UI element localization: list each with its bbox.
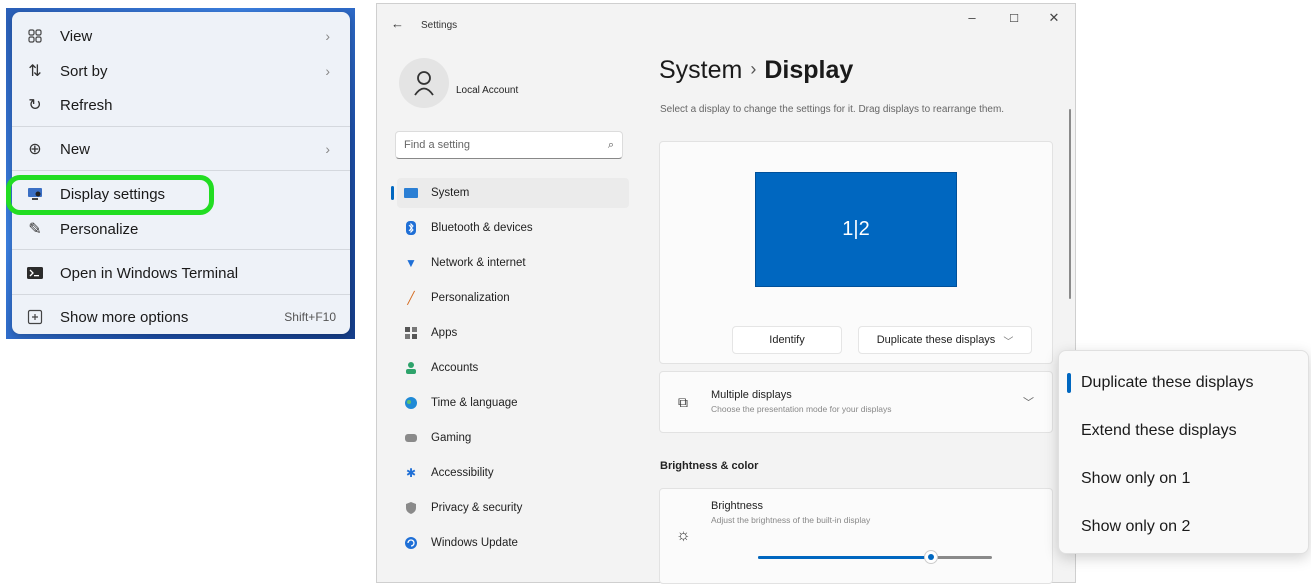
chevron-right-icon: › [325, 141, 330, 157]
nav-item-windows-update[interactable]: Windows Update [397, 528, 629, 558]
menu-item-new[interactable]: ⊕ New › [24, 133, 338, 165]
brightness-icon: ☼ [676, 527, 691, 544]
title-bar: ← Settings – ☐ ✕ [377, 4, 1075, 44]
chevron-down-icon: ﹀ [1003, 336, 1014, 348]
selection-indicator [391, 186, 394, 200]
user-icon [414, 71, 434, 96]
menu-separator [12, 249, 350, 250]
window-title: Settings [421, 20, 458, 31]
breadcrumb: System › Display [659, 56, 853, 85]
multiple-displays-icon: ⧉ [678, 394, 688, 410]
brightness-slider-thumb[interactable] [924, 550, 939, 564]
page-description: Select a display to change the settings … [660, 104, 1005, 115]
shortcut-label: Shift+F10 [284, 310, 336, 324]
scrollbar[interactable] [1069, 109, 1071, 299]
brightness-title: Brightness [711, 500, 763, 512]
back-arrow-icon[interactable]: ← [391, 16, 404, 31]
chevron-right-icon: › [325, 28, 330, 44]
nav-item-gaming[interactable]: Gaming [397, 423, 629, 453]
option-show-only-2[interactable]: Show only on 2 [1059, 503, 1308, 551]
menu-item-show-more-options[interactable]: Show more options Shift+F10 [24, 301, 338, 333]
context-menu: View › ⇅ Sort by › ↻ Refresh ⊕ New › Dis… [12, 12, 350, 334]
desktop-background: View › ⇅ Sort by › ↻ Refresh ⊕ New › Dis… [6, 8, 355, 339]
brush-icon: ╱ [407, 291, 415, 305]
wifi-icon: ▼ [405, 256, 417, 270]
accessibility-icon: ✱ [405, 466, 417, 480]
nav-item-accounts[interactable]: Accounts [397, 353, 629, 383]
nav-item-time-language[interactable]: Time & language [397, 388, 629, 418]
option-extend[interactable]: Extend these displays [1059, 407, 1308, 455]
nav-item-system[interactable]: System [391, 178, 629, 208]
grid-icon [24, 25, 46, 47]
nav-item-bluetooth[interactable]: Bluetooth & devices [397, 213, 629, 243]
minimize-icon[interactable]: – [957, 10, 987, 30]
display-mode-dropdown[interactable]: Duplicate these displays ﹀ [858, 326, 1032, 354]
avatar[interactable] [399, 58, 449, 108]
chevron-down-icon: ﹀ [1023, 397, 1034, 409]
brightness-slider-fill [758, 556, 932, 559]
menu-item-view[interactable]: View › [24, 20, 338, 52]
display-mode-options: Duplicate these displays Extend these di… [1058, 350, 1309, 554]
multiple-displays-desc: Choose the presentation mode for your di… [711, 404, 892, 414]
update-icon [403, 535, 419, 551]
multiple-displays-title: Multiple displays [711, 389, 792, 401]
plus-circle-icon: ⊕ [28, 141, 42, 158]
option-duplicate[interactable]: Duplicate these displays [1059, 359, 1308, 407]
sort-icon: ⇅ [28, 63, 42, 80]
section-heading-brightness: Brightness & color [660, 460, 759, 472]
menu-separator [12, 126, 350, 127]
apps-icon [403, 325, 419, 341]
nav-item-privacy[interactable]: Privacy & security [397, 493, 629, 523]
display-mode-value: Duplicate these displays [876, 334, 996, 346]
selection-indicator [1067, 373, 1071, 393]
brush-icon: ✎ [28, 221, 42, 238]
identify-button[interactable]: Identify [732, 326, 842, 354]
menu-item-open-terminal[interactable]: Open in Windows Terminal [24, 257, 338, 289]
bluetooth-icon [403, 220, 419, 236]
brightness-slider[interactable] [758, 550, 992, 564]
nav-item-personalization[interactable]: ╱ Personalization [397, 283, 629, 313]
multiple-displays-row[interactable]: ⧉ Multiple displays Choose the presentat… [659, 371, 1053, 433]
terminal-icon [24, 262, 46, 284]
close-icon[interactable]: ✕ [1039, 10, 1069, 30]
search-placeholder: Find a setting [404, 139, 471, 151]
system-icon [403, 185, 419, 201]
monitor-tile[interactable]: 1|2 [755, 172, 957, 287]
brightness-desc: Adjust the brightness of the built-in di… [711, 515, 871, 525]
page-title: Display [764, 56, 854, 84]
menu-item-personalize[interactable]: ✎ Personalize [24, 213, 338, 245]
search-input[interactable]: Find a setting ⌕ [395, 131, 623, 159]
nav-item-network[interactable]: ▼ Network & internet [397, 248, 629, 278]
account-name: Local Account [456, 85, 519, 96]
breadcrumb-parent[interactable]: System [659, 56, 742, 84]
menu-separator [12, 294, 350, 295]
display-arrangement-panel: 1|2 Identify Duplicate these displays ﹀ [659, 141, 1053, 364]
menu-item-sort-by[interactable]: ⇅ Sort by › [24, 55, 338, 87]
nav-item-apps[interactable]: Apps [397, 318, 629, 348]
accounts-icon [403, 360, 419, 376]
search-icon: ⌕ [607, 138, 614, 151]
globe-icon [403, 395, 419, 411]
nav-item-accessibility[interactable]: ✱ Accessibility [397, 458, 629, 488]
refresh-icon: ↻ [28, 97, 42, 114]
more-options-icon [24, 306, 46, 328]
gamepad-icon [403, 430, 419, 446]
shield-icon [403, 500, 419, 516]
chevron-right-icon: › [325, 63, 330, 79]
highlight-outline [6, 175, 214, 215]
option-show-only-1[interactable]: Show only on 1 [1059, 455, 1308, 503]
settings-window: ← Settings – ☐ ✕ Local Account Find a se… [376, 3, 1076, 584]
monitor-label: 1|2 [842, 218, 870, 240]
maximize-icon[interactable]: ☐ [999, 12, 1029, 32]
menu-item-refresh[interactable]: ↻ Refresh [24, 89, 338, 121]
brightness-row: ☼ Brightness Adjust the brightness of th… [659, 488, 1053, 584]
menu-separator [12, 170, 350, 171]
breadcrumb-separator: › [750, 59, 757, 79]
